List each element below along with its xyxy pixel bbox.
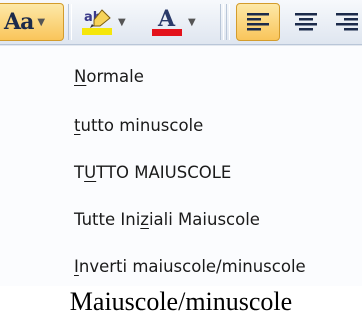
menu-item-tutte-iniziali-maiuscole[interactable]: Tutte Ini z iali Maiuscole bbox=[0, 201, 362, 237]
font-color-icon: A bbox=[152, 6, 182, 36]
highlight-color-button[interactable]: ab ▼ bbox=[74, 3, 138, 41]
toolbar-separator bbox=[226, 4, 230, 40]
font-color-button[interactable]: A ▼ bbox=[144, 3, 210, 41]
align-right-icon bbox=[336, 13, 358, 31]
align-center-button[interactable] bbox=[284, 3, 328, 41]
align-left-icon bbox=[247, 13, 269, 31]
change-case-icon: Aa bbox=[4, 9, 34, 35]
ribbon-toolbar: Aa ▼ ab ▼ A ▼ bbox=[0, 0, 362, 45]
align-left-button[interactable] bbox=[236, 3, 280, 41]
access-key: N bbox=[74, 66, 87, 86]
font-color-bar bbox=[152, 29, 182, 36]
align-right-button[interactable] bbox=[328, 3, 362, 41]
menu-item-inverti-maiuscole-minuscole[interactable]: Inverti maiuscole/minuscole bbox=[0, 248, 362, 284]
chevron-down-icon[interactable]: ▼ bbox=[118, 17, 126, 28]
highlight-color-bar bbox=[82, 28, 112, 35]
toolbar-separator bbox=[68, 4, 72, 40]
menu-item-tutto-maiuscole[interactable]: T U TTO MAIUSCOLE bbox=[0, 154, 362, 190]
chevron-down-icon[interactable]: ▼ bbox=[188, 17, 196, 28]
chevron-down-icon[interactable]: ▼ bbox=[37, 17, 45, 28]
highlighter-icon: ab bbox=[82, 9, 112, 35]
menu-item-tutto-minuscole[interactable]: t utto minuscole bbox=[0, 107, 362, 143]
figure-caption: Maiuscole/minuscole bbox=[69, 287, 293, 316]
access-key: U bbox=[84, 162, 97, 182]
change-case-button[interactable]: Aa ▼ bbox=[0, 3, 64, 41]
font-color-letter: A bbox=[157, 6, 176, 32]
align-center-icon bbox=[295, 13, 317, 31]
change-case-menu: Normale t utto minuscole T U TTO MAIUSCOLE … bbox=[0, 45, 362, 286]
access-key: z bbox=[140, 209, 149, 229]
menu-item-normale[interactable]: Normale bbox=[0, 58, 362, 94]
toolbar-separator bbox=[220, 4, 224, 40]
